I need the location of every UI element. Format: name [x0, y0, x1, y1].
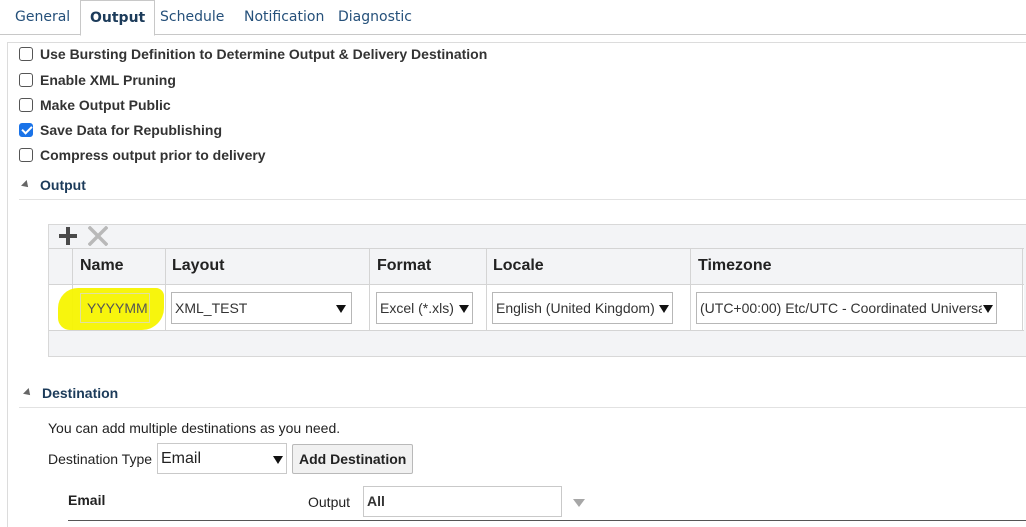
column-separator: [1022, 248, 1023, 331]
tab-output[interactable]: Output: [80, 0, 156, 36]
column-separator: [165, 248, 166, 331]
destination-type-select[interactable]: Email: [157, 443, 287, 474]
format-select[interactable]: Excel (*.xls): [376, 292, 473, 324]
tab-diagnostic[interactable]: Diagnostic: [338, 0, 412, 35]
chevron-down-icon[interactable]: [336, 305, 346, 313]
add-destination-button[interactable]: Add Destination: [292, 444, 414, 474]
collapse-triangle-icon[interactable]: [23, 388, 33, 398]
column-separator: [690, 248, 691, 331]
option-make-output-public[interactable]: Make Output Public: [19, 95, 171, 115]
column-header-layout[interactable]: Layout: [172, 257, 224, 275]
output-label: Output: [308, 494, 351, 510]
checkbox[interactable]: [19, 73, 33, 87]
section-divider: [19, 199, 1026, 200]
tab-general[interactable]: General: [15, 0, 70, 35]
x-icon[interactable]: [87, 225, 109, 247]
tab-schedule[interactable]: Schedule: [160, 0, 224, 35]
locale-select[interactable]: English (United Kingdom): [492, 292, 673, 324]
option-compress-output[interactable]: Compress output prior to delivery: [19, 145, 266, 165]
chevron-down-icon[interactable]: [983, 305, 993, 313]
layout-select[interactable]: XML_TEST: [171, 292, 352, 324]
option-label: Use Bursting Definition to Determine Out…: [40, 46, 488, 62]
option-label: Make Output Public: [40, 97, 171, 113]
column-header-timezone[interactable]: Timezone: [698, 257, 772, 275]
column-separator: [369, 248, 370, 331]
layout-value: XML_TEST: [175, 300, 248, 316]
chevron-down-icon[interactable]: [459, 305, 469, 313]
output-section-header[interactable]: Output: [21, 175, 86, 195]
option-label: Compress output prior to delivery: [40, 147, 266, 163]
output-filter-value: All: [367, 493, 385, 509]
output-filter-select[interactable]: All: [363, 486, 562, 517]
email-divider: [68, 520, 1026, 521]
checkbox-checked[interactable]: [19, 123, 33, 137]
name-input[interactable]: YYYYMM: [80, 293, 150, 323]
option-use-bursting[interactable]: Use Bursting Definition to Determine Out…: [19, 44, 487, 64]
section-title: Destination: [42, 385, 119, 401]
column-header-format[interactable]: Format: [377, 257, 431, 275]
column-separator: [486, 248, 487, 331]
collapse-triangle-icon[interactable]: [21, 180, 31, 190]
destination-section-header[interactable]: Destination: [23, 383, 119, 403]
email-header: Email: [68, 492, 106, 508]
section-divider: [19, 407, 1026, 408]
checkbox[interactable]: [19, 98, 33, 112]
destination-type-value: Email: [161, 450, 202, 467]
option-save-data-republishing[interactable]: Save Data for Republishing: [19, 120, 222, 140]
plus-icon[interactable]: [58, 226, 78, 246]
column-header-name[interactable]: Name: [80, 257, 124, 275]
locale-value: English (United Kingdom): [496, 300, 655, 316]
chevron-down-icon[interactable]: [573, 499, 585, 507]
checkbox[interactable]: [19, 47, 33, 61]
tab-notification[interactable]: Notification: [244, 0, 324, 35]
destination-type-label: Destination Type: [48, 451, 153, 467]
chevron-down-icon[interactable]: [273, 456, 283, 464]
timezone-select[interactable]: (UTC+00:00) Etc/UTC - Coordinated Univer…: [696, 292, 997, 324]
option-label: Save Data for Republishing: [40, 122, 223, 138]
tab-bar: General Output Schedule Notification Dia…: [0, 0, 1026, 36]
format-value: Excel (*.xls): [380, 300, 454, 316]
section-title: Output: [40, 177, 86, 193]
option-enable-xml-pruning[interactable]: Enable XML Pruning: [19, 70, 176, 90]
column-header-locale[interactable]: Locale: [493, 257, 544, 275]
checkbox[interactable]: [19, 148, 33, 162]
destination-hint: You can add multiple destinations as you…: [48, 420, 341, 436]
chevron-down-icon[interactable]: [659, 305, 669, 313]
option-label: Enable XML Pruning: [40, 72, 176, 88]
timezone-value: (UTC+00:00) Etc/UTC - Coordinated Univer…: [700, 300, 982, 316]
